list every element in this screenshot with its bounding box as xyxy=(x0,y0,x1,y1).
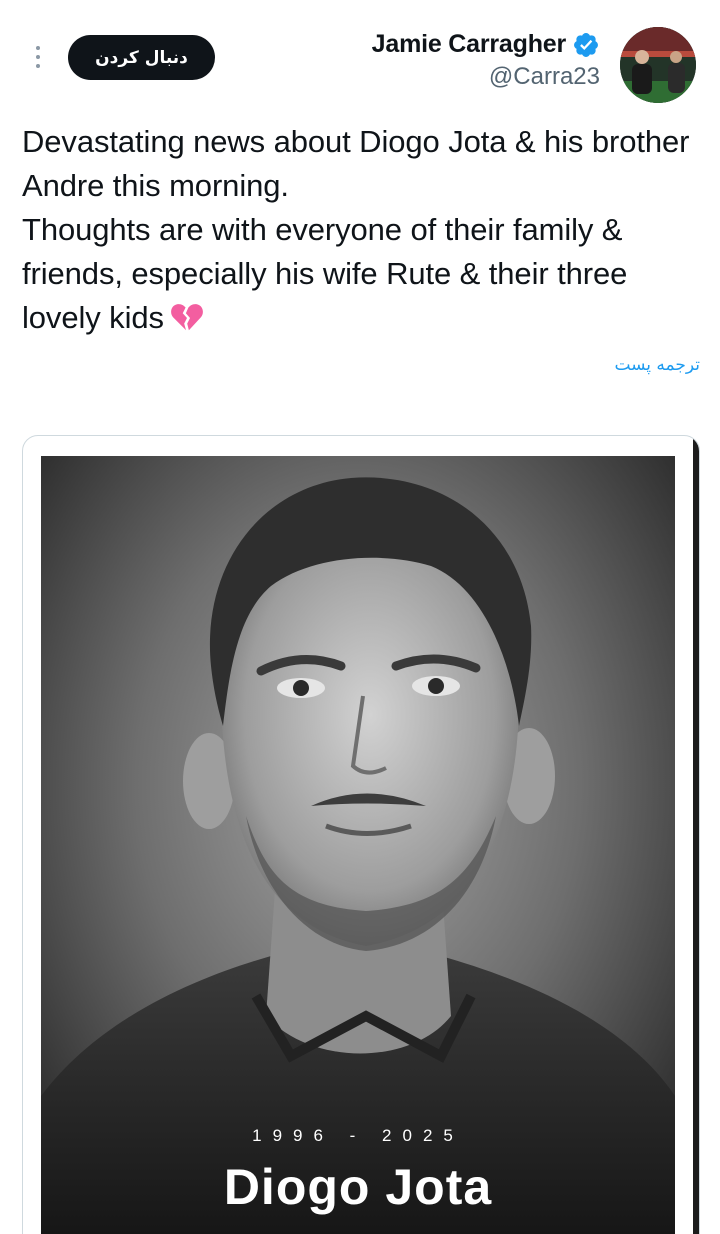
verified-badge-icon xyxy=(574,32,598,57)
follow-button[interactable]: دنبال کردن xyxy=(68,35,215,80)
tweet-body: Devastating news about Diogo Jota & his … xyxy=(22,124,690,335)
media-card[interactable]: 1996 - 2025 Diogo Jota xyxy=(22,435,700,1234)
tweet-text: Devastating news about Diogo Jota & his … xyxy=(22,120,702,340)
tweet-page: دنبال کردن Jamie Carragher @Carra23 Deva… xyxy=(0,0,720,1234)
years-label: 1996 - 2025 xyxy=(252,1126,464,1145)
player-name: Diogo Jota xyxy=(223,1159,493,1215)
more-options-icon[interactable] xyxy=(26,42,50,72)
author-name[interactable]: Jamie Carragher xyxy=(372,30,567,59)
translate-post-link[interactable]: ترجمه پست xyxy=(614,355,700,375)
author-block[interactable]: Jamie Carragher @Carra23 xyxy=(372,30,600,91)
portrait-illustration xyxy=(41,456,675,1234)
image-edge xyxy=(693,436,699,1234)
avatar[interactable] xyxy=(620,27,696,103)
author-handle[interactable]: @Carra23 xyxy=(372,63,600,91)
broken-heart-icon xyxy=(171,304,203,331)
memorial-photo[interactable]: 1996 - 2025 Diogo Jota xyxy=(41,456,675,1234)
